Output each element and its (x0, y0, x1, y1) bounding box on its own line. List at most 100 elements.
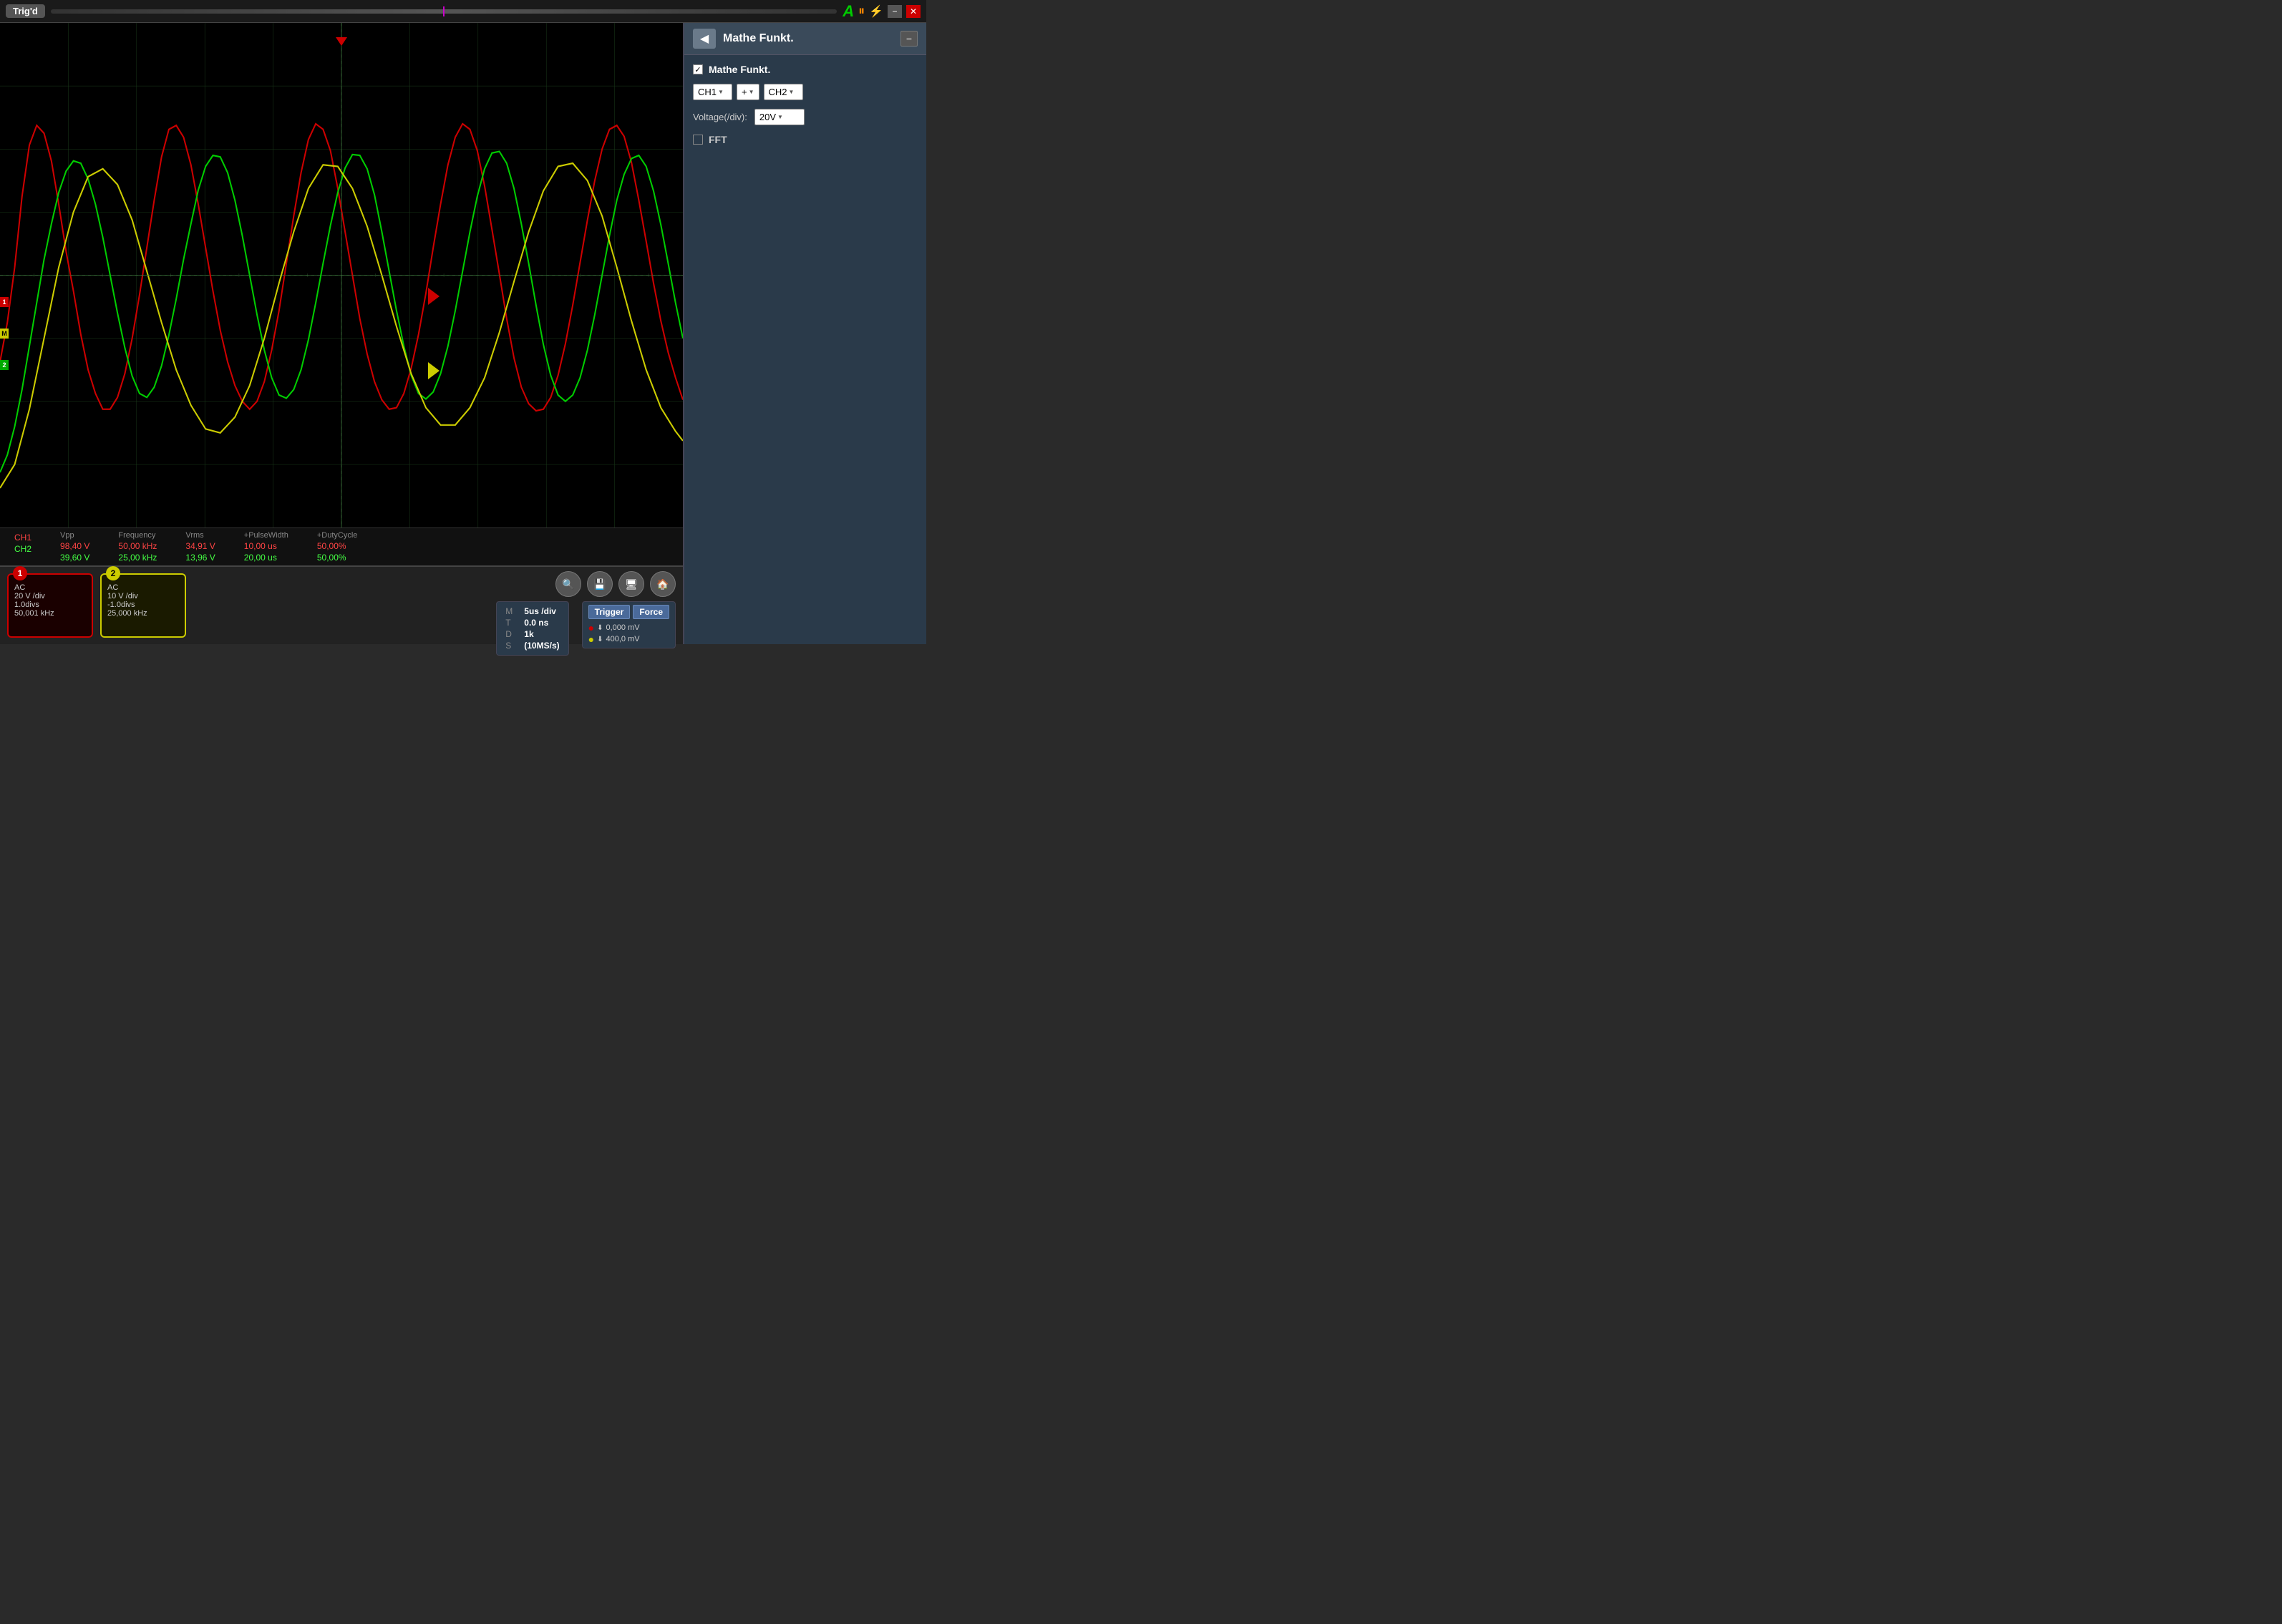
meas-vpp-header: Vpp (60, 531, 89, 540)
t-label: T (505, 618, 513, 628)
ch1-freq: 50,001 kHz (14, 609, 86, 618)
panel-minus-button[interactable]: − (900, 31, 918, 47)
mathe-checkbox-row: ✓ Mathe Funkt. (693, 64, 918, 75)
time-panel: M 5us /div T 0.0 ns D 1k S (10MS/s) (496, 601, 568, 656)
top-bar: Trig'd A ⏸ ⚡ − ✕ (0, 0, 926, 23)
tf-header: Trigger Force (588, 605, 669, 619)
ch2-info: AC 10 V /div -1.0divs 25,000 kHz (107, 583, 179, 618)
fft-checkbox[interactable] (693, 135, 703, 145)
trigger-ch1-value: 0,000 mV (606, 623, 639, 632)
ch2-box[interactable]: 2 AC 10 V /div -1.0divs 25,000 kHz (100, 573, 186, 638)
trigger-ch2-value: 400,0 mV (606, 635, 639, 643)
ch1-voltage: 20 V /div (14, 592, 86, 601)
panel-back-button[interactable]: ◀ (693, 29, 716, 49)
t-value: 0.0 ns (524, 618, 559, 628)
tf-ch2-row: ● ⬇ 400,0 mV (588, 633, 669, 645)
s-label: S (505, 641, 513, 651)
bottom-right-section: 🔍 💾 🖥 🏠 M 5us /div T 0.0 ns D 1k S (496, 571, 676, 656)
right-panel: ◀ Mathe Funkt. − ✓ Mathe Funkt. CH1 ▼ + (683, 23, 926, 644)
tf-ch1-row: ● ⬇ 0,000 mV (588, 622, 669, 633)
meas-vrms-header: Vrms (185, 531, 215, 540)
oscilloscope-grid[interactable] (0, 23, 683, 527)
voltage-dropdown-arrow: ▼ (777, 114, 783, 120)
trigger-ch1-dot: ● (588, 622, 594, 633)
ch2-coupling: AC (107, 583, 179, 592)
ch2-select[interactable]: CH2 ▼ (764, 84, 803, 100)
minimize-button[interactable]: − (888, 5, 902, 18)
lightning-icon: ⚡ (869, 4, 883, 19)
m-value: 5us /div (524, 606, 559, 616)
meas-dc-header: +DutyCycle (317, 531, 358, 540)
bottom-panel: 1 AC 20 V /div 1.0divs 50,001 kHz 2 AC 1… (0, 565, 683, 644)
trigger-icon-1: ⬇ (597, 624, 603, 632)
ch2-edge-arrow (428, 362, 440, 379)
meas-ch2-pw: 20,00 us (244, 553, 288, 563)
ch2-marker: 2 (0, 360, 9, 370)
zoom-icon-button[interactable]: 🔍 (555, 571, 581, 597)
m-label: M (505, 606, 513, 616)
ch1-info: AC 20 V /div 1.0divs 50,001 kHz (14, 583, 86, 618)
trigger-button[interactable]: Trigger (588, 605, 631, 619)
trigger-force-panel: Trigger Force ● ⬇ 0,000 mV ● ⬇ 400,0 mV (582, 601, 676, 648)
ch1-divs: 1.0divs (14, 601, 86, 609)
meas-ch2-freq: 25,00 kHz (118, 553, 157, 563)
voltage-row: Voltage(/div): 20V ▼ (693, 109, 918, 125)
meas-ch2-label: CH2 (14, 544, 31, 554)
trigger-ch2-dot: ● (588, 633, 594, 645)
panel-title: Mathe Funkt. (723, 32, 893, 45)
ch2-select-value: CH2 (769, 87, 787, 97)
pause-icon: ⏸ (858, 4, 865, 19)
op-dropdown-arrow: ▼ (749, 89, 754, 95)
d-label: D (505, 629, 513, 639)
trigger-arrow (336, 37, 347, 46)
ch1-coupling: AC (14, 583, 86, 592)
voltage-value: 20V (759, 112, 776, 122)
main-content: 1 M 2 (0, 23, 926, 644)
right-edge-arrows (428, 288, 440, 379)
meas-ch2-dc: 50,00% (317, 553, 358, 563)
trigger-icon-2: ⬇ (597, 636, 603, 643)
screen-icon-button[interactable]: 🖥 (618, 571, 644, 597)
trig-badge: Trig'd (6, 4, 45, 18)
force-button[interactable]: Force (633, 605, 669, 619)
channel-a-indicator: A (843, 2, 854, 21)
op-select[interactable]: + ▼ (737, 84, 759, 100)
panel-body: ✓ Mathe Funkt. CH1 ▼ + ▼ CH2 ▼ (684, 55, 926, 644)
meas-vrms-col: Vrms 34,91 V 13,96 V (185, 531, 215, 563)
meas-label-col: CH1 CH2 (14, 531, 31, 563)
ch2-voltage: 10 V /div (107, 592, 179, 601)
ch1-edge-arrow (428, 288, 440, 305)
ch1-select-value: CH1 (698, 87, 717, 97)
math-marker: M (0, 329, 9, 339)
save-icon-button[interactable]: 💾 (587, 571, 613, 597)
meas-pw-header: +PulseWidth (244, 531, 288, 540)
bottom-icons-row: 🔍 💾 🖥 🏠 (496, 571, 676, 597)
ch2-dropdown-arrow: ▼ (789, 89, 795, 95)
close-button[interactable]: ✕ (906, 5, 921, 18)
fft-row: FFT (693, 134, 918, 145)
meas-ch1-vrms: 34,91 V (185, 541, 215, 551)
ch1-badge: 1 (13, 566, 27, 580)
trigger-line (51, 9, 837, 14)
scope-area: 1 M 2 (0, 23, 683, 644)
meas-ch1-freq: 50,00 kHz (118, 541, 157, 551)
meas-freq-header: Frequency (118, 531, 157, 540)
fft-label: FFT (709, 134, 727, 145)
meas-dc-col: +DutyCycle 50,00% 50,00% (317, 531, 358, 563)
ch1-select[interactable]: CH1 ▼ (693, 84, 732, 100)
ch2-divs: -1.0divs (107, 601, 179, 609)
meas-ch1-label: CH1 (14, 533, 31, 543)
d-value: 1k (524, 629, 559, 639)
mathe-checkbox[interactable]: ✓ (693, 64, 703, 74)
ch2-badge: 2 (106, 566, 120, 580)
meas-freq-col: Frequency 50,00 kHz 25,00 kHz (118, 531, 157, 563)
ch1-box[interactable]: 1 AC 20 V /div 1.0divs 50,001 kHz (7, 573, 93, 638)
ch1-marker: 1 (0, 297, 9, 307)
voltage-select[interactable]: 20V ▼ (754, 109, 805, 125)
grid-svg (0, 23, 683, 527)
home-icon-button[interactable]: 🏠 (650, 571, 676, 597)
panel-header: ◀ Mathe Funkt. − (684, 23, 926, 55)
measurements-bar: CH1 CH2 Vpp 98,40 V 39,60 V Frequency 50… (0, 527, 683, 565)
ch2-freq: 25,000 kHz (107, 609, 179, 618)
mathe-checkbox-label: Mathe Funkt. (709, 64, 770, 75)
